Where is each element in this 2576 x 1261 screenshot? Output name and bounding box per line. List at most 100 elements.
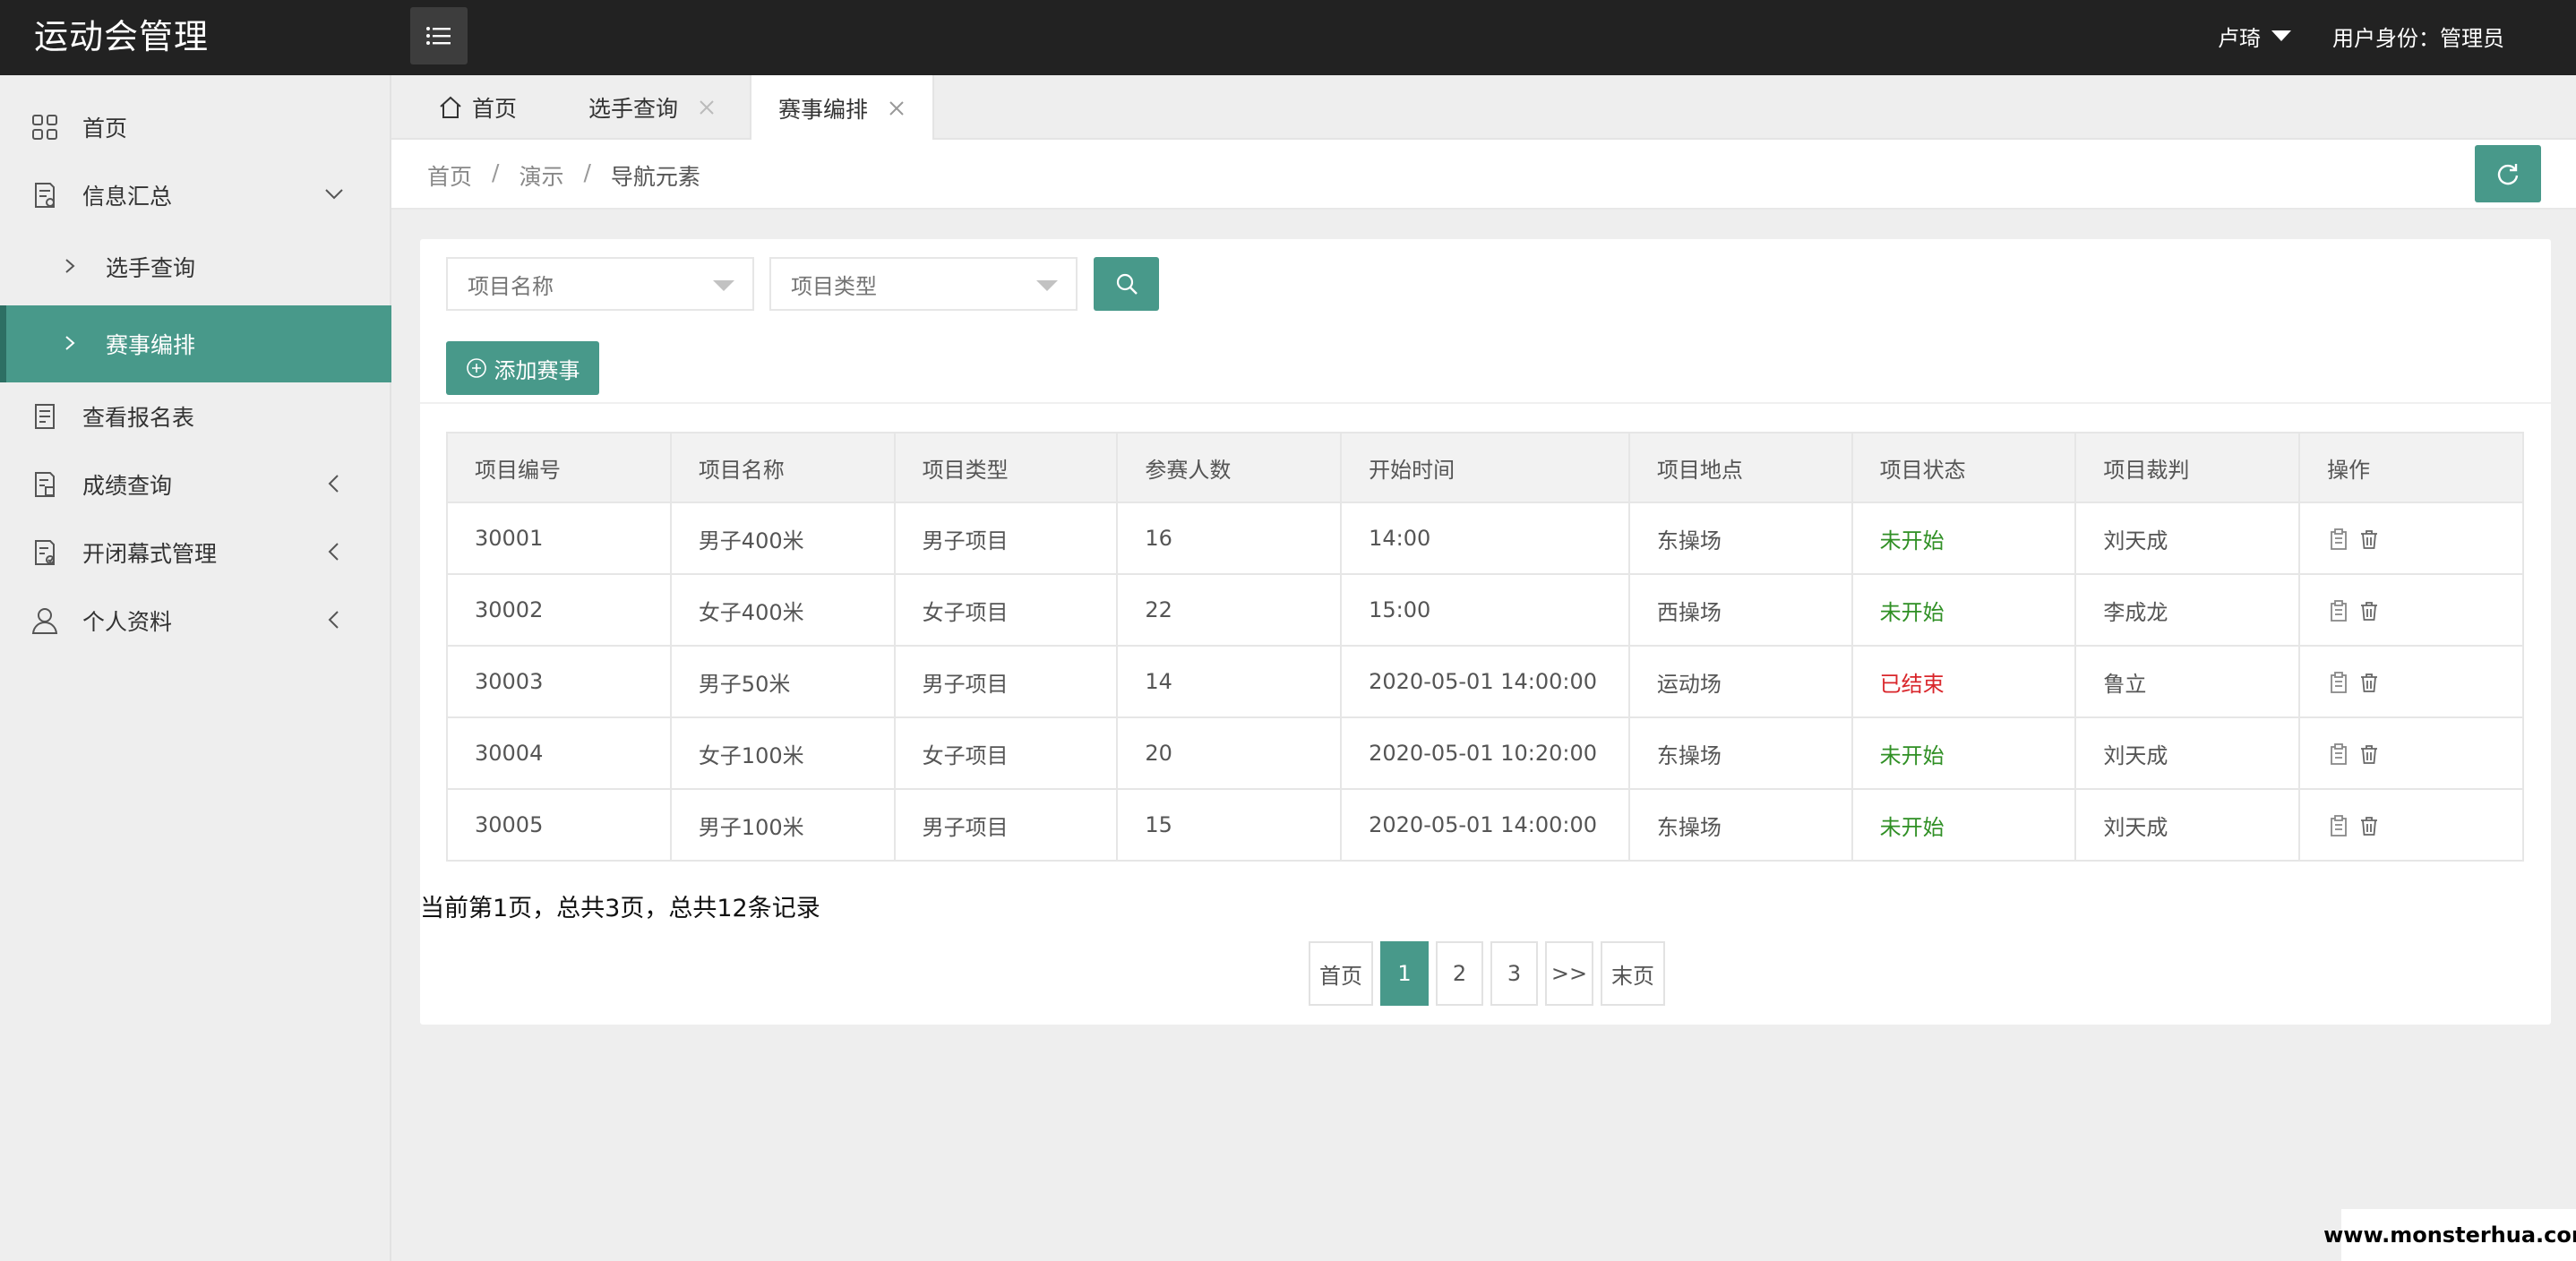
cell-start-time: 2020-05-01 14:00:00: [1340, 645, 1630, 718]
breadcrumb: 首页 / 演示 / 导航元素: [427, 159, 700, 192]
tab-bar: 首页 选手查询 赛事编排: [391, 75, 2576, 142]
refresh-button[interactable]: [2475, 145, 2541, 202]
sidebar-item-score-query[interactable]: 成绩查询: [0, 449, 391, 520]
chevron-right-icon: [65, 336, 75, 350]
cell-referee: 刘天成: [2074, 788, 2301, 862]
sidebar-item-registration[interactable]: 查看报名表: [0, 381, 391, 452]
sidebar-item-label: 选手查询: [106, 255, 196, 281]
project-name-select[interactable]: 项目名称: [446, 257, 754, 311]
edit-icon[interactable]: [2327, 742, 2350, 766]
trash-icon[interactable]: [2357, 814, 2381, 837]
menu-toggle-button[interactable]: [410, 7, 468, 64]
user-menu[interactable]: 卢琦: [2218, 18, 2291, 54]
breadcrumb-bar: 首页 / 演示 / 导航元素: [391, 140, 2576, 210]
grid-icon: [32, 115, 57, 140]
edit-icon[interactable]: [2327, 671, 2350, 694]
column-header: 项目类型: [893, 432, 1119, 503]
trash-icon[interactable]: [2357, 528, 2381, 551]
cell-id: 30004: [446, 716, 672, 790]
chevron-left-icon: [328, 611, 339, 629]
add-event-button[interactable]: 添加赛事: [446, 341, 599, 395]
sidebar-item-info-summary[interactable]: 信息汇总: [0, 159, 391, 231]
cell-actions: [2298, 502, 2524, 575]
breadcrumb-item[interactable]: 首页: [427, 159, 472, 192]
sidebar-item-label: 赛事编排: [106, 332, 196, 358]
cell-location: 东操场: [1627, 716, 1853, 790]
sidebar-item-ceremony[interactable]: 开闭幕式管理: [0, 517, 391, 588]
page-button-3[interactable]: 3: [1490, 941, 1538, 1006]
cell-actions: [2298, 573, 2524, 647]
column-header: 项目名称: [669, 432, 896, 503]
refresh-icon: [2497, 164, 2519, 185]
document-icon: [35, 183, 55, 208]
cell-referee: 刘天成: [2074, 716, 2301, 790]
project-type-select[interactable]: 项目类型: [769, 257, 1078, 311]
checklist-icon: [35, 540, 55, 565]
breadcrumb-item[interactable]: 演示: [519, 159, 563, 192]
pagination: 首页 1 2 3 >> 末页: [1309, 941, 1672, 1006]
cell-actions: [2298, 788, 2524, 862]
cell-location: 运动场: [1627, 645, 1853, 718]
page-button-1[interactable]: 1: [1380, 941, 1429, 1006]
last-page-button[interactable]: 末页: [1601, 941, 1665, 1006]
cell-start-time: 14:00: [1340, 502, 1630, 575]
next-page-button[interactable]: >>: [1545, 941, 1593, 1006]
trash-icon[interactable]: [2357, 671, 2381, 694]
sidebar-item-schedule[interactable]: 赛事编排: [0, 305, 391, 382]
sidebar-item-player-query[interactable]: 选手查询: [0, 231, 391, 303]
sidebar-item-label: 成绩查询: [82, 473, 173, 499]
cell-referee: 鲁立: [2074, 645, 2301, 718]
caret-down-icon: [2271, 30, 2291, 41]
cell-start-time: 15:00: [1340, 573, 1630, 647]
chevron-down-icon: [713, 280, 734, 291]
sidebar-item-home[interactable]: 首页: [0, 91, 391, 163]
close-icon[interactable]: [888, 99, 906, 117]
table-header-row: 项目编号 项目名称 项目类型 参赛人数 开始时间 项目地点 项目状态 项目裁判 …: [446, 432, 2524, 503]
cell-type: 男子项目: [893, 502, 1119, 575]
divider: [420, 402, 2551, 404]
chevron-left-icon: [328, 475, 339, 493]
top-header: 运动会管理 卢琦 用户身份：管理员: [0, 0, 2576, 75]
chevron-right-icon: [65, 259, 75, 273]
cell-type: 男子项目: [893, 645, 1119, 718]
user-icon: [31, 608, 58, 634]
trash-icon[interactable]: [2357, 599, 2381, 622]
table-row: 30004 女子100米 女子项目 20 2020-05-01 10:20:00 东操场未…: [446, 716, 2524, 790]
trash-icon[interactable]: [2357, 742, 2381, 766]
edit-icon[interactable]: [2327, 599, 2350, 622]
first-page-button[interactable]: 首页: [1309, 941, 1373, 1006]
tab-player-query[interactable]: 选手查询: [588, 75, 716, 140]
table-row: 30001 男子400米 男子项目 16 14:00 东操场 未开始 刘天成: [446, 502, 2524, 575]
content-card: 项目名称 项目类型 添加赛事 项目编号 项目名称 项目类型 参赛人数 开始时间 …: [420, 239, 2551, 1025]
cell-type: 男子项目: [893, 788, 1119, 862]
cell-name: 男子400米: [669, 502, 896, 575]
app-title: 运动会管理: [34, 17, 210, 56]
sidebar-item-label: 开闭幕式管理: [82, 541, 218, 567]
sidebar-item-label: 个人资料: [82, 609, 173, 635]
sidebar-item-label: 查看报名表: [82, 405, 195, 431]
cell-location: 东操场: [1627, 788, 1853, 862]
edit-icon[interactable]: [2327, 528, 2350, 551]
page-button-2[interactable]: 2: [1436, 941, 1483, 1006]
table-row: 30002 女子400米 女子项目 22 15:00 西操场 未开始 李成龙: [446, 573, 2524, 647]
tab-label: 首页: [472, 96, 518, 122]
tab-home[interactable]: 首页: [438, 75, 517, 140]
cell-type: 女子项目: [893, 573, 1119, 647]
sidebar-item-profile[interactable]: 个人资料: [0, 585, 391, 656]
tab-label: 选手查询: [588, 96, 679, 122]
select-placeholder: 项目类型: [791, 273, 877, 299]
edit-icon[interactable]: [2327, 814, 2350, 837]
cell-id: 30003: [446, 645, 672, 718]
cell-count: 14: [1116, 645, 1343, 718]
tab-label: 赛事编排: [778, 97, 869, 123]
search-button[interactable]: [1094, 257, 1159, 311]
tab-schedule[interactable]: 赛事编排: [750, 75, 935, 142]
cell-name: 女子100米: [669, 716, 896, 790]
cell-count: 22: [1116, 573, 1343, 647]
page-summary: 当前第1页，总共3页，总共12条记录: [420, 895, 820, 922]
close-icon[interactable]: [698, 99, 716, 116]
cell-name: 男子50米: [669, 645, 896, 718]
cell-name: 男子100米: [669, 788, 896, 862]
chevron-left-icon: [328, 543, 339, 561]
chevron-down-icon: [1036, 280, 1058, 291]
